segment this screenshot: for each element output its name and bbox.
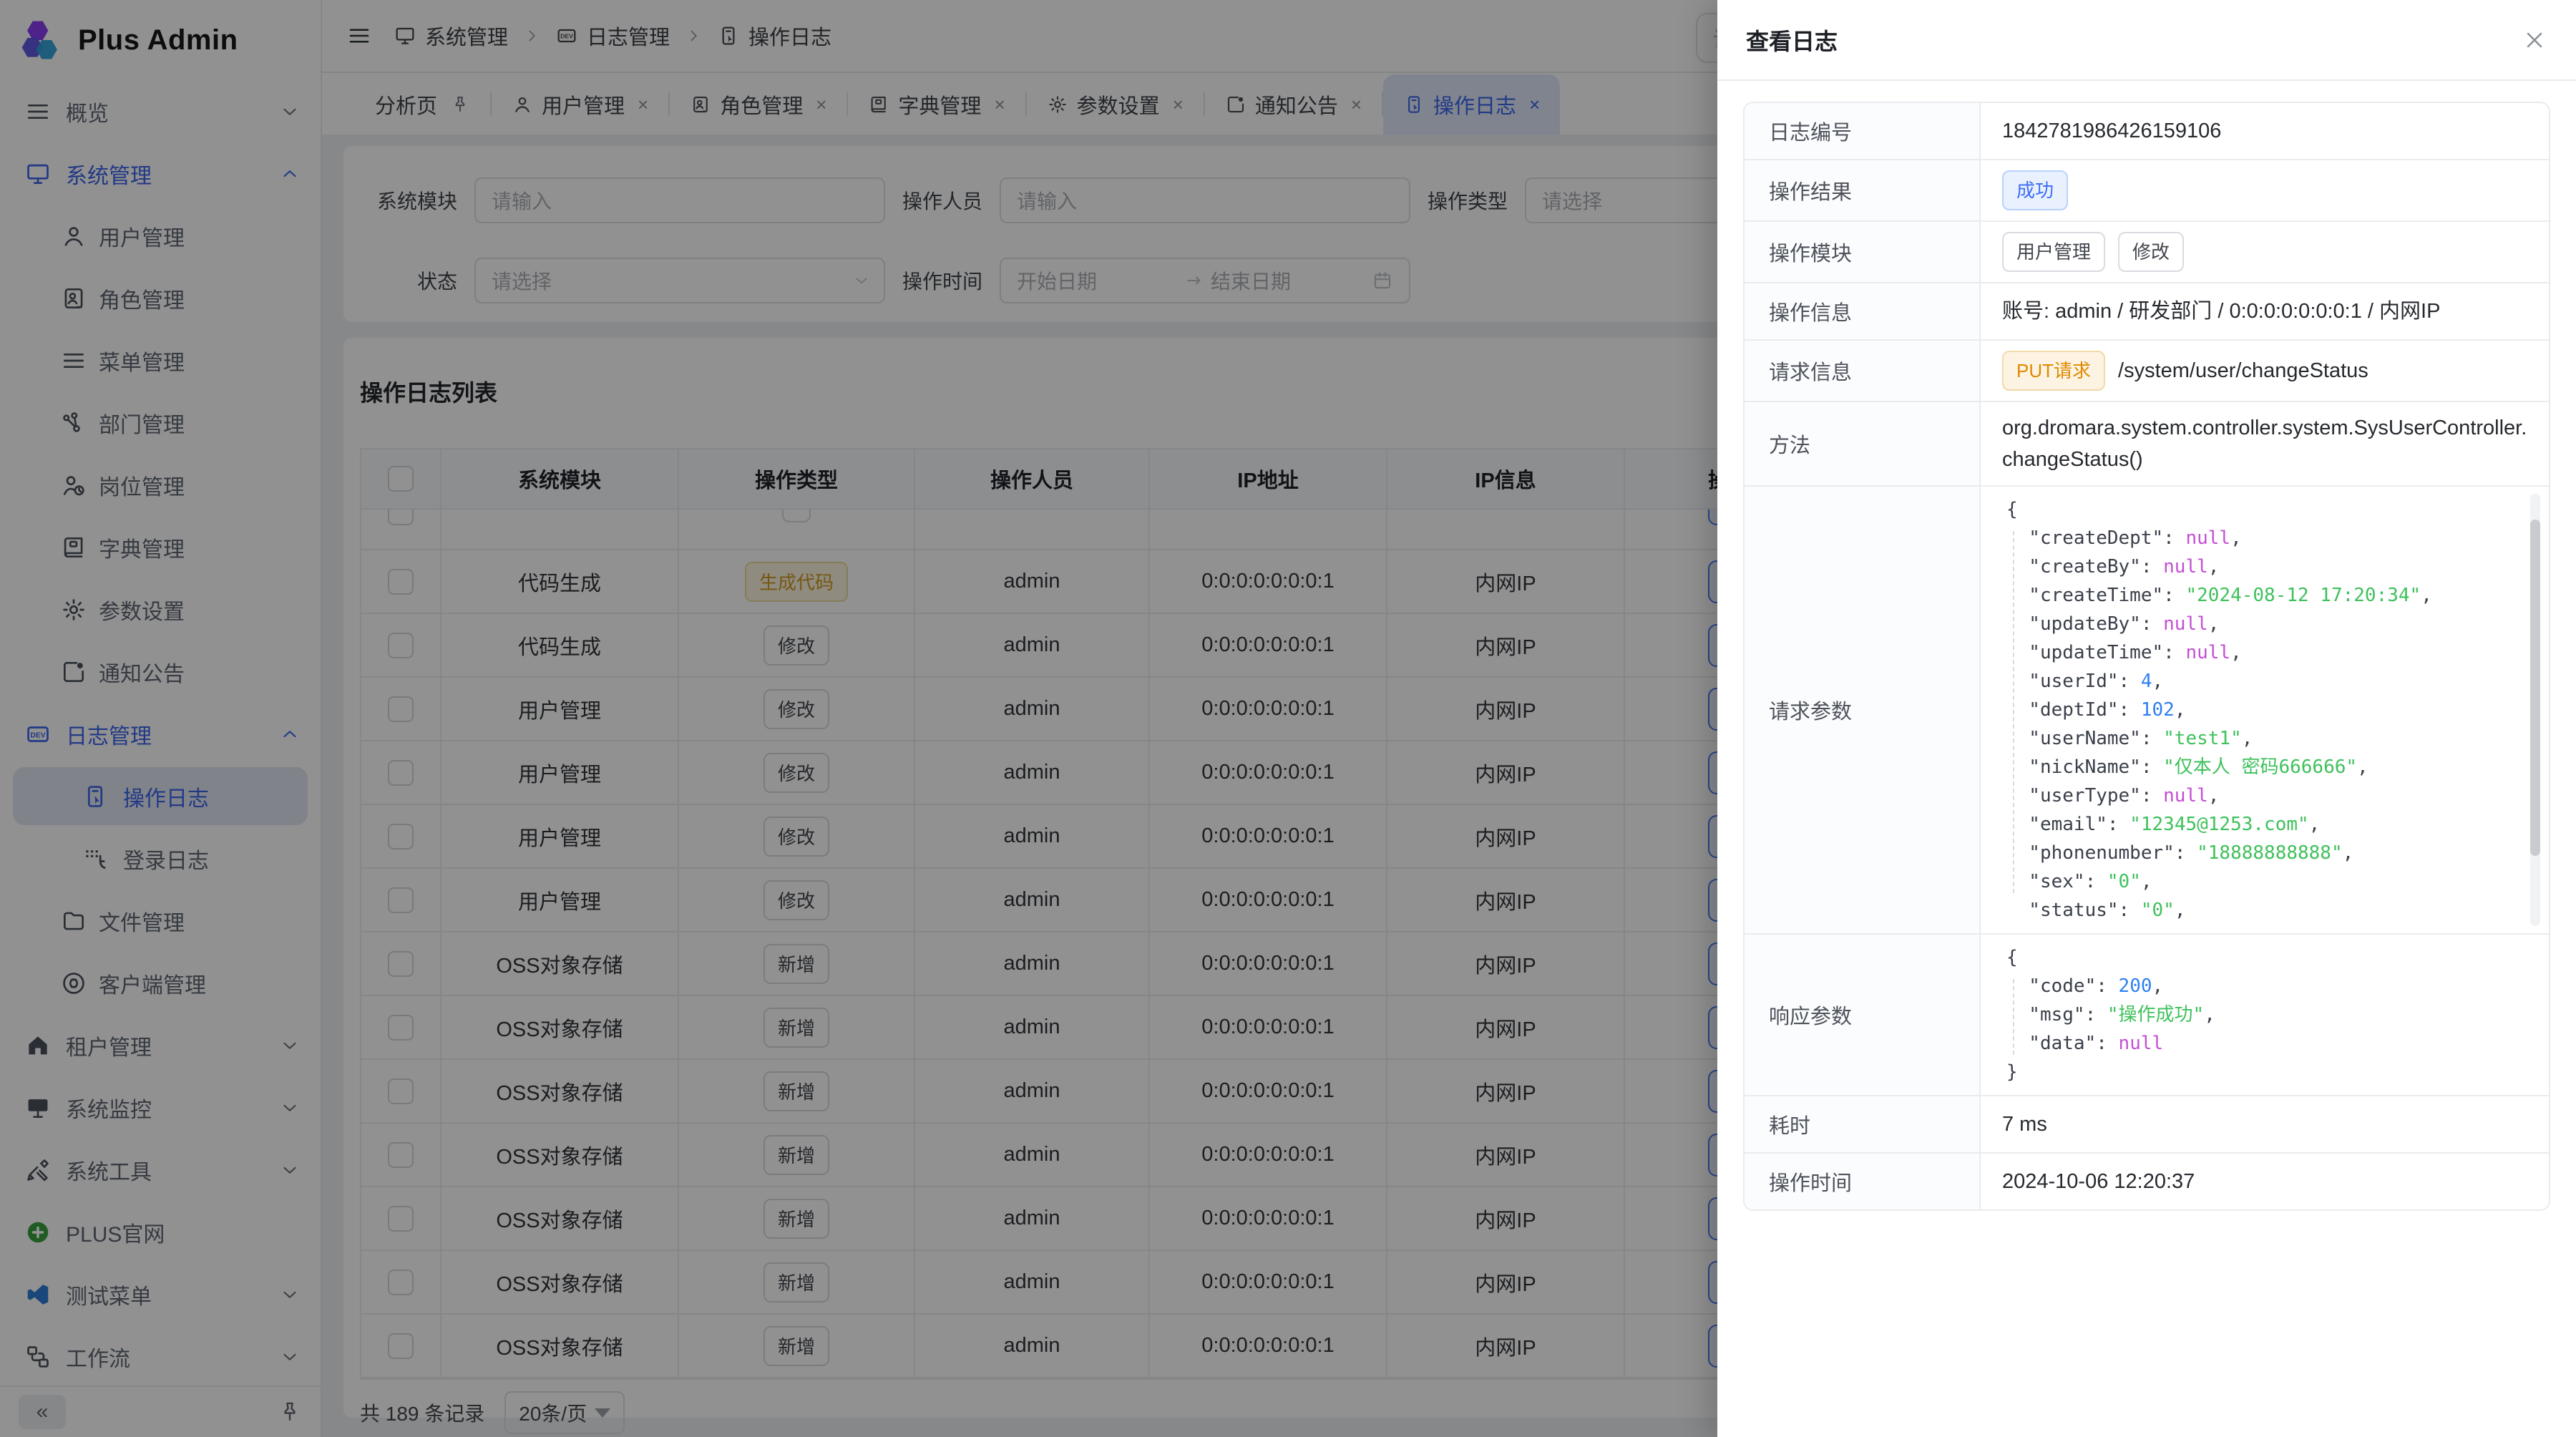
code-line: "msg": "操作成功",	[2006, 1000, 2517, 1029]
detail-row-操作结果: 操作结果成功	[1745, 159, 2549, 220]
detail-row-请求参数: 请求参数{ "createDept": null, "createBy": nu…	[1745, 485, 2549, 933]
code-line: "phonenumber": "18888888888",	[2006, 839, 2517, 867]
code-line: "userId": 4,	[2006, 667, 2517, 696]
code-cell: { "code": 200, "msg": "操作成功", "data": nu…	[1981, 935, 2549, 1095]
code-line: "deptId": 102,	[2006, 696, 2517, 724]
detail-row-操作模块: 操作模块用户管理修改	[1745, 220, 2549, 282]
code-line: "userName": "test1",	[2006, 724, 2517, 753]
drawer-title: 查看日志	[1746, 24, 1838, 57]
detail-row-操作时间: 操作时间2024-10-06 12:20:37	[1745, 1152, 2549, 1209]
request-method-tag: PUT请求	[2002, 351, 2105, 391]
module-tag: 用户管理	[2002, 232, 2105, 272]
detail-row-响应参数: 响应参数{ "code": 200, "msg": "操作成功", "data"…	[1745, 933, 2549, 1095]
code-line: "data": null	[2006, 1029, 2517, 1058]
detail-label: 响应参数	[1745, 935, 1981, 1095]
detail-row-方法: 方法org.dromara.system.controller.system.S…	[1745, 401, 2549, 485]
detail-row-操作信息: 操作信息账号: admin / 研发部门 / 0:0:0:0:0:0:0:1 /…	[1745, 282, 2549, 339]
detail-row-耗时: 耗时7 ms	[1745, 1095, 2549, 1152]
code-cell: { "createDept": null, "createBy": null, …	[1981, 487, 2549, 933]
drawer-header: 查看日志	[1717, 0, 2576, 81]
detail-label: 方法	[1745, 402, 1981, 485]
detail-label: 请求信息	[1745, 341, 1981, 401]
detail-label: 耗时	[1745, 1096, 1981, 1152]
detail-value: 1842781986426159106	[1981, 103, 2549, 159]
module-tag: 修改	[2118, 232, 2184, 272]
indent-guide	[2013, 979, 2014, 1055]
detail-value: 用户管理修改	[1981, 222, 2549, 282]
detail-label: 操作模块	[1745, 222, 1981, 282]
request-url: /system/user/changeStatus	[2118, 355, 2368, 386]
json-code: { "createDept": null, "createBy": null, …	[1981, 495, 2517, 925]
detail-value: 账号: admin / 研发部门 / 0:0:0:0:0:0:0:1 / 内网I…	[1981, 283, 2549, 339]
scrollbar-thumb[interactable]	[2530, 520, 2540, 856]
code-line: "createTime": "2024-08-12 17:20:34",	[2006, 581, 2517, 610]
code-line: "createDept": null,	[2006, 524, 2517, 552]
detail-label: 操作信息	[1745, 283, 1981, 339]
detail-label: 操作时间	[1745, 1154, 1981, 1209]
code-line: "updateBy": null,	[2006, 610, 2517, 638]
code-line: "code": 200,	[2006, 972, 2517, 1000]
code-line: "userType": null,	[2006, 781, 2517, 810]
close-icon[interactable]	[2522, 27, 2547, 53]
detail-row-请求信息: 请求信息PUT请求/system/user/changeStatus	[1745, 339, 2549, 401]
code-line: }	[2006, 1058, 2517, 1086]
code-line: {	[2006, 495, 2517, 524]
code-line: "sex": "0",	[2006, 867, 2517, 896]
detail-value: 2024-10-06 12:20:37	[1981, 1154, 2549, 1209]
code-line: "nickName": "仅本人 密码666666",	[2006, 753, 2517, 781]
detail-label: 操作结果	[1745, 160, 1981, 220]
code-line: {	[2006, 943, 2517, 972]
detail-value: PUT请求/system/user/changeStatus	[1981, 341, 2549, 401]
detail-row-日志编号: 日志编号1842781986426159106	[1745, 103, 2549, 159]
code-line: "email": "12345@1253.com",	[2006, 810, 2517, 839]
code-line: "updateTime": null,	[2006, 638, 2517, 667]
log-detail-drawer: 查看日志 日志编号1842781986426159106操作结果成功操作模块用户…	[1717, 0, 2576, 1437]
detail-value: org.dromara.system.controller.system.Sys…	[1981, 402, 2549, 485]
detail-value: 成功	[1981, 160, 2549, 220]
code-line: "status": "0",	[2006, 896, 2517, 925]
detail-label: 请求参数	[1745, 487, 1981, 933]
indent-guide	[2013, 531, 2014, 893]
result-tag: 成功	[2002, 170, 2068, 210]
json-code: { "code": 200, "msg": "操作成功", "data": nu…	[1981, 943, 2517, 1086]
log-detail-table: 日志编号1842781986426159106操作结果成功操作模块用户管理修改操…	[1743, 102, 2550, 1211]
code-line: "createBy": null,	[2006, 552, 2517, 581]
detail-label: 日志编号	[1745, 103, 1981, 159]
detail-value: 7 ms	[1981, 1096, 2549, 1152]
